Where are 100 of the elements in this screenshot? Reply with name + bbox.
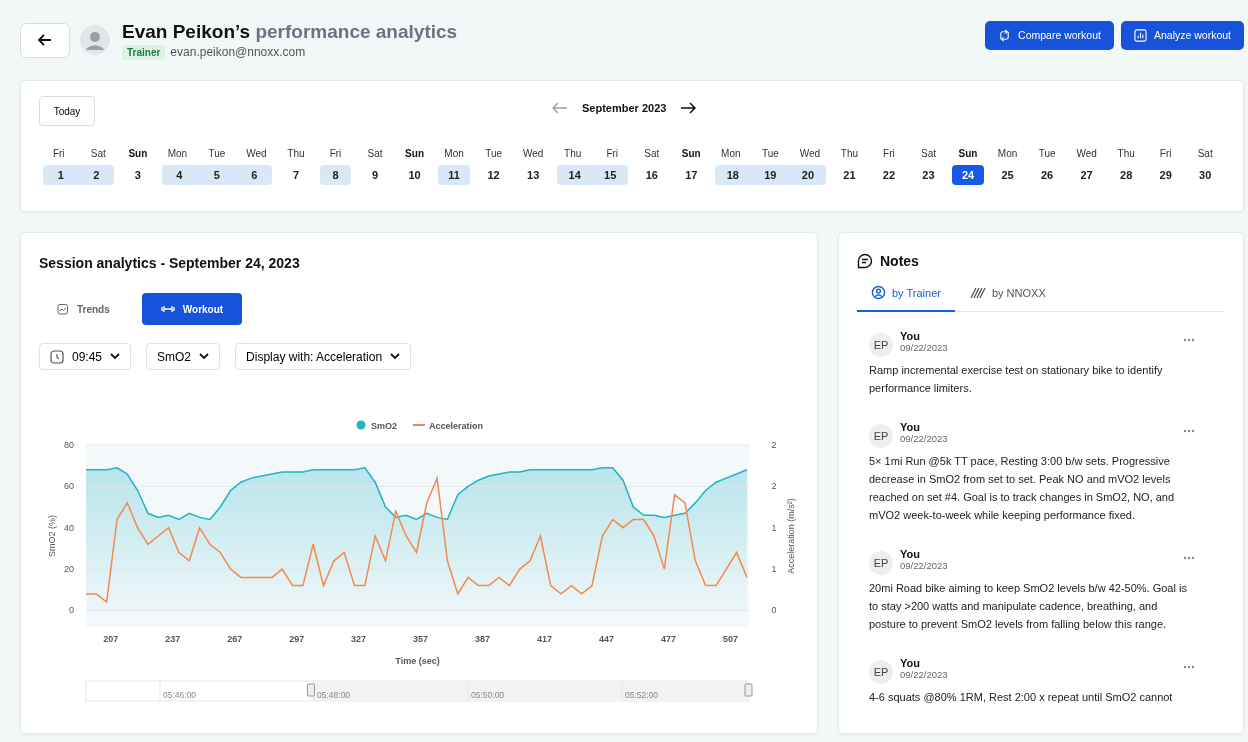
more-icon[interactable] (1183, 338, 1195, 342)
calendar-day[interactable]: 25 (987, 165, 1028, 185)
calendar-day[interactable]: 19 (750, 165, 791, 185)
note-text: 4-6 squats @80% 1RM, Rest 2:00 x repeat until SmO2 cannot (869, 690, 1174, 705)
calendar-day[interactable]: 12 (473, 165, 514, 185)
calendar-day[interactable]: 11 (438, 165, 470, 185)
back-button[interactable] (20, 22, 70, 58)
legend-label[interactable]: SmO2 (371, 421, 397, 431)
user-avatar: EP (869, 424, 893, 448)
next-month-icon[interactable] (680, 102, 697, 114)
calendar-day[interactable]: 27 (1066, 165, 1107, 185)
calendar-day[interactable]: 16 (632, 165, 672, 185)
calendar-day[interactable]: 7 (276, 165, 316, 185)
calendar-day[interactable]: 23 (908, 165, 949, 185)
axis-label: 267 (227, 634, 243, 644)
axis-label: 1 (771, 564, 777, 575)
calendar-day[interactable]: 22 (869, 165, 909, 185)
bar-chart-icon (1133, 28, 1147, 42)
axis-label: 477 (660, 634, 676, 644)
calendar-day[interactable]: 6 (236, 165, 273, 185)
navigator-label: 05:48:00 (317, 690, 351, 700)
axis-title: Time (sec) (395, 656, 440, 666)
note-text: Ramp incremental exercise test on stationary bike to identify performance limiters. (869, 363, 1164, 396)
month-label: September 2023 (582, 102, 667, 114)
clock-icon (50, 349, 64, 364)
range-handle[interactable] (306, 683, 315, 697)
calendar-day[interactable]: 29 (1145, 165, 1186, 185)
view-tab[interactable]: Trends (39, 293, 128, 325)
calendar-day[interactable]: 4 (161, 165, 198, 185)
calendar-day[interactable]: 20 (790, 165, 826, 185)
dropdown[interactable]: Display with: Acceleration (235, 343, 412, 370)
role-badge: Trainer (122, 44, 166, 60)
navigator-label: 05:52:00 (625, 690, 659, 700)
chevron-down-icon (110, 353, 121, 360)
user-circle-icon (871, 285, 886, 300)
calendar-day[interactable]: 1 (43, 165, 79, 185)
weekday-label: Thu (1116, 148, 1136, 159)
view-tab[interactable]: Workout (141, 293, 243, 325)
axis-title: SmO2 (%) (47, 515, 57, 557)
weekday-label: Wed (245, 148, 268, 159)
avatar-icon (80, 25, 110, 55)
axis-label: 387 (475, 634, 491, 644)
previous-month-icon[interactable] (552, 102, 568, 114)
axis-label: 0 (771, 605, 777, 616)
note-author: You (900, 330, 921, 342)
calendar-day[interactable]: 2 (78, 165, 115, 185)
analyze-button[interactable]: Analyze workout (1120, 20, 1244, 50)
weekday-label: Tue (760, 148, 780, 159)
user-avatar: EP (869, 333, 893, 357)
dropdown[interactable]: SmO2 (146, 343, 221, 370)
weekday-label: Thu (839, 148, 860, 159)
weekday-label: Fri (328, 148, 343, 159)
note-author: You (900, 548, 921, 560)
note-text: 5× 1mi Run @5k TT pace, Resting 3:00 b/w sets. Progressive decrease in SmO2 from set to set. Peak NO and mVO2 levels reached on set #4. Goal is to track changes in SmO2, NO, and mVO2 week-to-week while keeping performance fixed. (869, 454, 1176, 523)
more-icon[interactable] (1183, 665, 1195, 669)
calendar-day[interactable]: 30 (1185, 165, 1225, 185)
legend-label[interactable]: Acceleration (429, 421, 484, 431)
navigator-label: 05:46:00 (163, 690, 197, 700)
axis-label: 357 (413, 634, 429, 644)
more-icon[interactable] (1183, 556, 1195, 560)
weekday-label: Fri (51, 148, 66, 159)
calendar-day[interactable]: 15 (592, 165, 628, 185)
weekday-label: Mon (720, 148, 742, 159)
more-icon[interactable] (1183, 429, 1195, 433)
notes-tab[interactable]: by Trainer (857, 277, 955, 312)
axis-label: 40 (64, 522, 74, 533)
chevron-down-icon (390, 353, 401, 360)
calendar-day[interactable]: 8 (319, 165, 352, 185)
range-handle[interactable] (744, 683, 753, 697)
calendar-day[interactable]: 21 (829, 165, 870, 185)
notes-icon (857, 253, 873, 269)
notes-tab[interactable]: by NNOXX (954, 277, 1060, 312)
calendar-day[interactable]: 28 (1106, 165, 1146, 185)
note-date: 09/22/2023 (900, 560, 948, 571)
calendar-day[interactable]: 24 (952, 165, 984, 185)
back-arrow-icon (37, 32, 53, 48)
today-button[interactable]: Today (39, 96, 95, 126)
calendar-day[interactable]: 3 (118, 165, 158, 185)
calendar-day[interactable]: 17 (671, 165, 712, 185)
weekday-label: Fri (882, 148, 896, 159)
calendar-day[interactable]: 9 (355, 165, 395, 185)
note-author: You (900, 657, 921, 669)
weekday-label: Thu (286, 148, 306, 159)
weekday-label: Sat (643, 148, 661, 159)
calendar-day[interactable]: 18 (715, 165, 751, 185)
axis-label: 417 (537, 634, 553, 644)
compare-button[interactable]: Compare workout (985, 20, 1114, 50)
axis-label: 20 (64, 564, 74, 575)
calendar-day[interactable]: 13 (513, 165, 553, 185)
page-title: performance analytics (255, 20, 458, 42)
calendar-day[interactable]: 10 (394, 165, 435, 185)
range-navigator[interactable] (85, 680, 750, 702)
calendar-day[interactable]: 5 (197, 165, 237, 185)
user-avatar: EP (869, 551, 893, 575)
weekday-label: Wed (798, 148, 822, 159)
calendar-day[interactable]: 14 (556, 165, 593, 185)
calendar-day[interactable]: 26 (1027, 165, 1067, 185)
weekday-label: Thu (563, 148, 583, 159)
dropdown[interactable]: 09:45 (39, 343, 132, 370)
weekday-label: Sun (404, 148, 425, 159)
